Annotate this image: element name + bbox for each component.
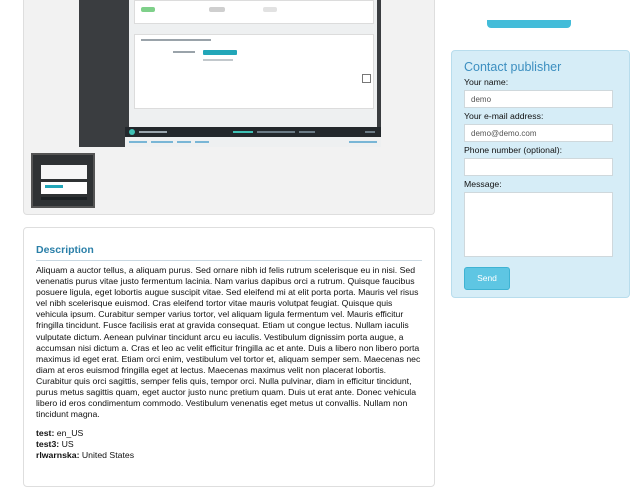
attribute-key: rlwarnska: — [36, 450, 80, 460]
screenshot-line — [195, 141, 209, 143]
contact-title: Contact publisher — [464, 60, 562, 74]
screenshot-line — [257, 131, 295, 133]
screenshot-line — [173, 51, 195, 53]
screenshot-line — [365, 131, 375, 133]
name-label: Your name: — [464, 77, 509, 87]
attribute-row: test: en_US — [36, 428, 424, 439]
attribute-list: test: en_US test3: US rlwarnska: United … — [36, 428, 424, 461]
screenshot-line — [141, 39, 211, 41]
email-field[interactable] — [464, 124, 613, 142]
screenshot-page — [129, 0, 377, 128]
phone-field[interactable] — [464, 158, 613, 176]
gallery-thumbnail[interactable] — [31, 153, 95, 208]
contact-panel: Contact publisher Your name: Your e-mail… — [451, 50, 630, 298]
description-panel: Description Aliquam a auctor tellus, a a… — [23, 227, 435, 487]
email-label: Your e-mail address: — [464, 111, 544, 121]
screenshot-footer — [125, 127, 381, 137]
description-title: Description — [36, 244, 422, 261]
screenshot-button — [203, 50, 237, 55]
screenshot-card — [134, 0, 374, 24]
attribute-key: test: — [36, 428, 55, 438]
attribute-row: test3: US — [36, 439, 424, 450]
thumbnail-part — [45, 185, 63, 188]
screenshot-upload-card — [134, 34, 374, 109]
message-label: Message: — [464, 179, 502, 189]
thumbnail-part — [41, 165, 87, 179]
screenshot-links — [125, 137, 381, 147]
gallery-panel — [23, 0, 435, 215]
screenshot-chip — [141, 7, 155, 12]
attribute-value: United States — [79, 450, 135, 460]
screenshot-line — [349, 141, 377, 143]
description-body: Aliquam a auctor tellus, a aliquam purus… — [36, 265, 421, 420]
attribute-row: rlwarnska: United States — [36, 450, 424, 461]
save-icon — [362, 74, 371, 83]
screenshot-chip — [209, 7, 225, 12]
thumbnail-part — [41, 197, 87, 200]
screenshot-line — [233, 131, 253, 133]
name-field[interactable] — [464, 90, 613, 108]
thumbnail-part — [41, 182, 87, 194]
screenshot-line — [129, 141, 147, 143]
phone-label: Phone number (optional): — [464, 145, 563, 155]
screenshot-line — [177, 141, 191, 143]
screenshot-chip — [263, 7, 277, 12]
screenshot-line — [299, 131, 315, 133]
screenshot-line — [139, 131, 167, 133]
attribute-key: test3: — [36, 439, 60, 449]
attribute-value: US — [59, 439, 74, 449]
screenshot-line — [203, 59, 233, 61]
attribute-value: en_US — [54, 428, 84, 438]
send-button[interactable]: Send — [464, 267, 510, 290]
message-field[interactable] — [464, 192, 613, 257]
logo-icon — [129, 129, 135, 135]
main-screenshot-image[interactable] — [79, 0, 381, 147]
top-action-button[interactable] — [487, 20, 571, 28]
screenshot-line — [151, 141, 173, 143]
